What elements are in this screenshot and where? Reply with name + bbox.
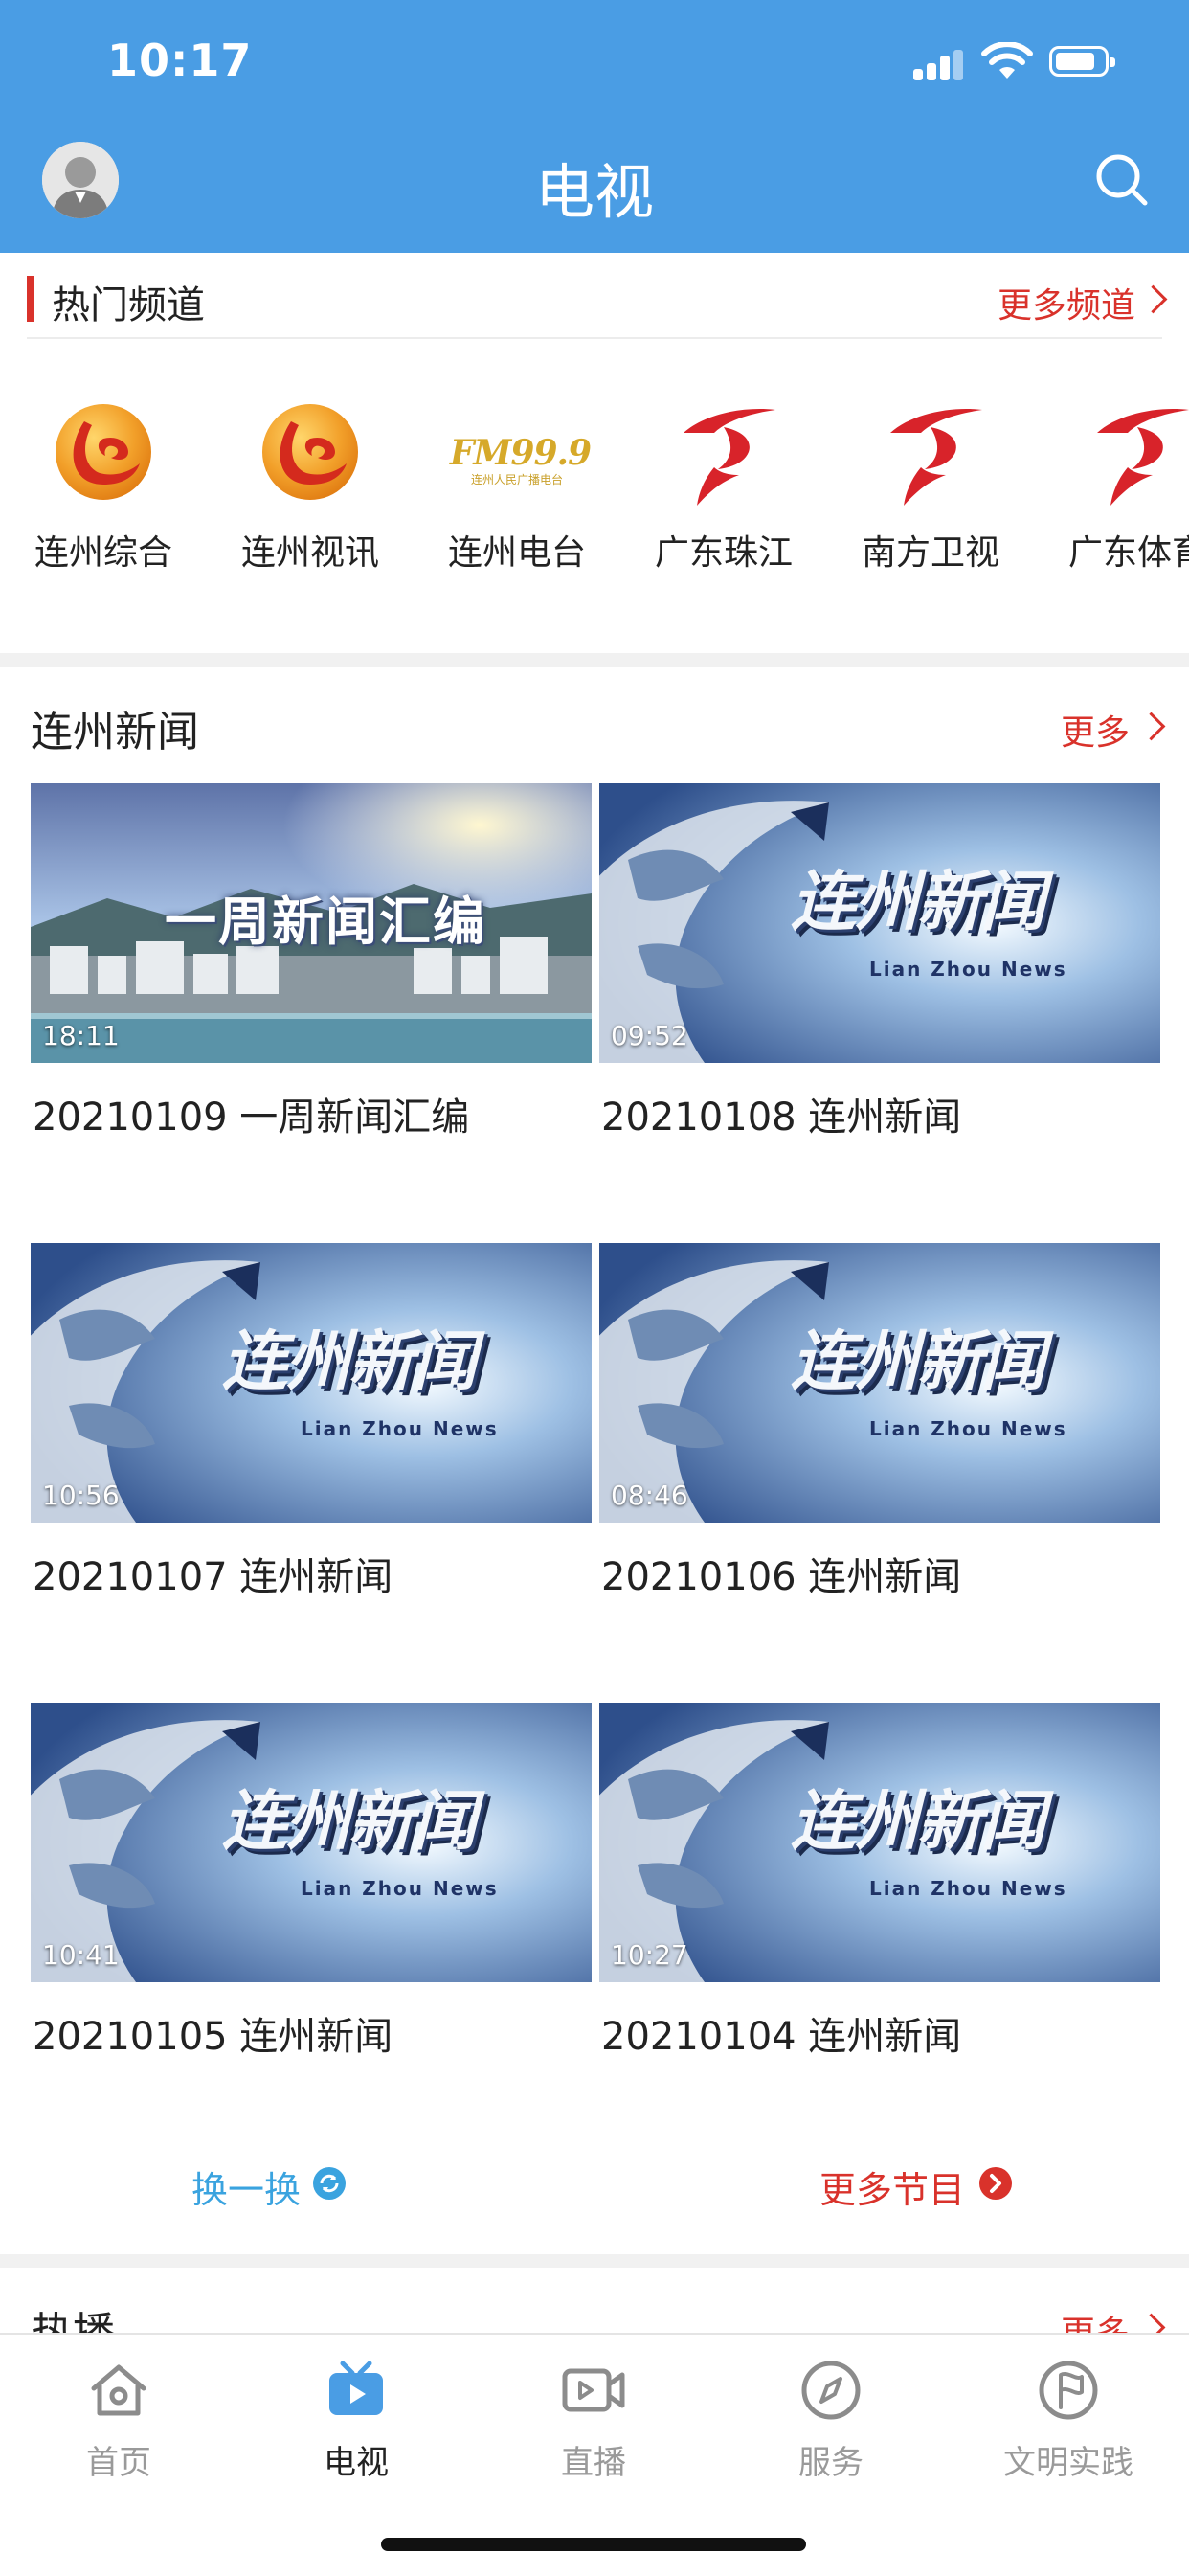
news-more-label: 更多 — [1060, 713, 1130, 753]
tab-label: 直播 — [561, 2444, 626, 2482]
thumbnail-caption: 连州新闻 — [791, 865, 1045, 940]
video-title: 20210107 连州新闻 — [33, 1555, 393, 1599]
chevron-right-icon — [1138, 284, 1168, 314]
video-thumbnail: 一周新闻汇编 18:11 — [31, 783, 592, 1063]
section-separator — [0, 653, 1189, 667]
home-indicator — [381, 2538, 806, 2551]
thumbnail-caption: 连州新闻 — [222, 1324, 477, 1400]
tab-services[interactable]: 服务 — [712, 2335, 950, 2526]
refresh-icon — [313, 2167, 346, 2200]
thumbnail-caption: 连州新闻 — [791, 1784, 1045, 1860]
battery-icon — [1049, 46, 1115, 77]
video-thumbnail: 连州新闻 Lian Zhou News 10:56 — [31, 1243, 592, 1523]
search-icon[interactable] — [1093, 151, 1151, 209]
tab-label: 首页 — [86, 2444, 151, 2482]
news-item[interactable]: 连州新闻 Lian Zhou News 09:52 20210108 连州新闻 — [599, 783, 1160, 1166]
status-icons — [913, 42, 1133, 82]
channel-item[interactable]: 连州视讯 — [207, 345, 414, 632]
lianzhou-news-title: 连州新闻 — [31, 708, 199, 757]
video-duration: 10:56 — [42, 1480, 120, 1511]
fm-logo-icon: FM99.9 连州人民广播电台 — [450, 393, 592, 511]
gdtv-logo-icon — [890, 409, 982, 506]
video-thumbnail: 连州新闻 Lian Zhou News 09:52 — [599, 783, 1160, 1063]
thumbnail-caption: 连州新闻 — [222, 1784, 477, 1860]
wifi-icon — [981, 42, 1033, 79]
video-title: 20210108 连州新闻 — [601, 1096, 962, 1140]
news-item[interactable]: 连州新闻 Lian Zhou News 10:56 20210107 连州新闻 — [31, 1243, 592, 1626]
home-icon — [91, 2364, 146, 2416]
video-duration: 10:27 — [611, 1939, 688, 1971]
fm-logo-subtext: 连州人民广播电台 — [470, 473, 563, 486]
video-duration: 09:52 — [611, 1020, 688, 1051]
refresh-label: 换一换 — [191, 2169, 302, 2211]
fm-logo-text: FM99.9 — [450, 433, 592, 473]
compass-icon — [801, 2361, 861, 2420]
tab-label: 文明实践 — [1003, 2444, 1133, 2482]
lianzhou-logo-icon — [56, 404, 151, 500]
arrow-right-circle-icon — [979, 2167, 1012, 2200]
gdtv-logo-icon — [684, 409, 775, 506]
section-accent-bar — [27, 276, 34, 322]
tab-home[interactable]: 首页 — [0, 2335, 237, 2526]
hot-channels-title: 热门频道 — [52, 283, 205, 328]
thumbnail-subcaption: Lian Zhou News — [869, 1877, 1067, 1900]
video-duration: 08:46 — [611, 1480, 688, 1511]
channel-item[interactable]: 广东珠江 — [620, 345, 827, 632]
video-title: 20210106 连州新闻 — [601, 1555, 962, 1599]
chevron-right-icon — [1136, 712, 1166, 741]
section-separator — [0, 2254, 1189, 2268]
video-thumbnail: 连州新闻 Lian Zhou News 10:41 — [31, 1703, 592, 1982]
tab-tv[interactable]: 电视 — [237, 2335, 475, 2526]
channel-name: 连州电台 — [447, 533, 586, 573]
news-item[interactable]: 连州新闻 Lian Zhou News 10:41 20210105 连州新闻 — [31, 1703, 592, 2086]
video-duration: 10:41 — [42, 1939, 120, 1971]
channel-name: 广东体育 — [1067, 533, 1189, 573]
gdtv-logo-icon — [1097, 409, 1189, 506]
channel-list[interactable]: 连州综合 连州视讯 FM99.9 连州人民广播电台 连州电台 广东珠江 南方卫视… — [0, 345, 1189, 651]
news-item[interactable]: 一周新闻汇编 18:11 20210109 一周新闻汇编 — [31, 783, 592, 1166]
divider — [27, 337, 1162, 339]
video-thumbnail: 连州新闻 Lian Zhou News 08:46 — [599, 1243, 1160, 1523]
tab-civilization-practice[interactable]: 文明实践 — [950, 2335, 1187, 2526]
lianzhou-logo-icon — [262, 404, 358, 500]
more-programs-label: 更多节目 — [819, 2169, 966, 2211]
tab-live[interactable]: 直播 — [475, 2335, 712, 2526]
refresh-button[interactable]: 换一换 — [191, 2155, 364, 2212]
channel-name: 南方卫视 — [861, 533, 999, 573]
thumbnail-subcaption: Lian Zhou News — [869, 1417, 1067, 1440]
live-video-icon — [562, 2368, 625, 2412]
news-item[interactable]: 连州新闻 Lian Zhou News 08:46 20210106 连州新闻 — [599, 1243, 1160, 1626]
channel-name: 广东珠江 — [654, 533, 793, 573]
news-item[interactable]: 连州新闻 Lian Zhou News 10:27 20210104 连州新闻 — [599, 1703, 1160, 2086]
video-thumbnail: 连州新闻 Lian Zhou News 10:27 — [599, 1703, 1160, 1982]
thumbnail-subcaption: Lian Zhou News — [301, 1877, 499, 1900]
page-title: 电视 — [534, 157, 654, 227]
status-time: 10:17 — [107, 34, 253, 86]
tab-label: 电视 — [324, 2444, 389, 2482]
more-channels-label: 更多频道 — [997, 286, 1135, 326]
flag-circle-icon — [1039, 2361, 1098, 2420]
thumbnail-subcaption: Lian Zhou News — [301, 1417, 499, 1440]
video-title: 20210105 连州新闻 — [33, 2015, 393, 2059]
channel-item[interactable]: 广东体育 — [1034, 345, 1189, 632]
thumbnail-caption: 连州新闻 — [791, 1324, 1045, 1400]
channel-item[interactable]: 南方卫视 — [827, 345, 1034, 632]
video-title: 20210104 连州新闻 — [601, 2015, 962, 2059]
thumbnail-subcaption: Lian Zhou News — [869, 958, 1067, 981]
channel-name: 连州综合 — [34, 533, 172, 573]
tab-label: 服务 — [798, 2444, 864, 2482]
app-header: 10:17 电视 — [0, 0, 1189, 253]
thumbnail-caption: 一周新闻汇编 — [165, 892, 486, 952]
video-title: 20210109 一周新闻汇编 — [33, 1096, 470, 1140]
video-duration: 18:11 — [42, 1020, 120, 1051]
more-programs-button[interactable]: 更多节目 — [819, 2155, 1021, 2212]
channel-name: 连州视讯 — [240, 533, 379, 573]
tv-icon — [329, 2361, 383, 2415]
channel-item[interactable]: 连州综合 — [0, 345, 207, 632]
channel-item[interactable]: FM99.9 连州人民广播电台 连州电台 — [414, 345, 620, 632]
